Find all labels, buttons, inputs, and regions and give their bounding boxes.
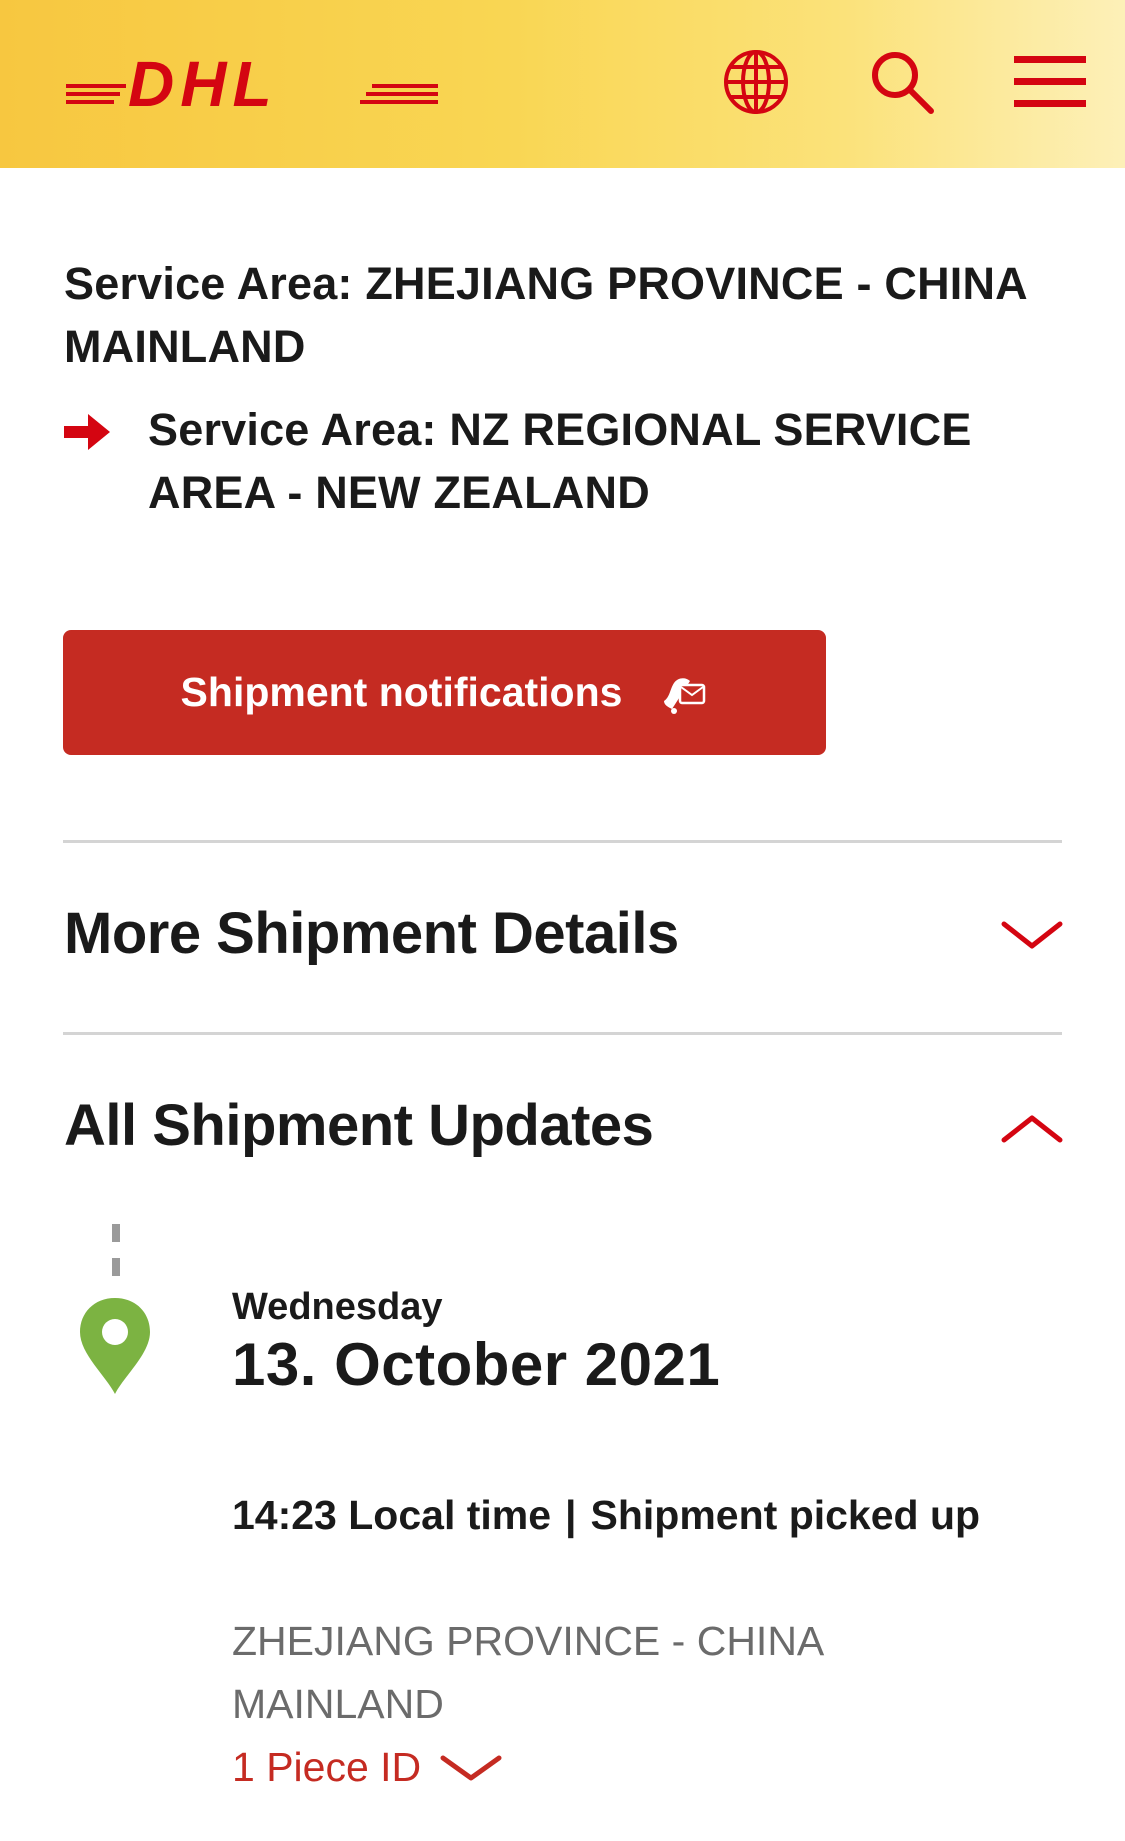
event-location: ZHEJIANG PROVINCE - CHINA MAINLAND — [232, 1618, 823, 1727]
dhl-logo[interactable]: DHL — [66, 52, 438, 114]
menu-icon[interactable] — [1010, 42, 1090, 122]
destination-service-area: Service Area: NZ REGIONAL SERVICE AREA -… — [148, 404, 972, 518]
piece-id-toggle[interactable]: 1 Piece ID — [232, 1736, 503, 1799]
all-shipment-updates-toggle[interactable]: All Shipment Updates — [64, 1092, 654, 1159]
globe-icon[interactable] — [716, 42, 796, 122]
update-date: 13. October 2021 — [232, 1331, 721, 1398]
event-separator: | — [565, 1492, 577, 1538]
top-header: DHL — [0, 0, 1125, 168]
shipment-notifications-button[interactable]: Shipment notifications — [63, 630, 826, 755]
origin-service-area: Service Area: ZHEJIANG PROVINCE - CHINA … — [64, 258, 1027, 372]
search-icon[interactable] — [862, 42, 942, 122]
location-pin-icon — [80, 1298, 150, 1394]
divider — [63, 840, 1062, 843]
event-summary: 14:23 Local time | Shipment picked up — [232, 1484, 1032, 1547]
shipment-notifications-label: Shipment notifications — [180, 669, 623, 715]
more-shipment-details-toggle[interactable]: More Shipment Details — [64, 900, 679, 967]
arrow-right-icon — [64, 414, 110, 450]
logo-lettering: DHL — [128, 52, 278, 114]
chevron-down-icon[interactable] — [1000, 918, 1064, 952]
update-weekday: Wednesday — [232, 1286, 443, 1328]
chevron-up-icon[interactable] — [1000, 1112, 1064, 1146]
timeline-dash — [112, 1258, 120, 1276]
event-status: Shipment picked up — [590, 1492, 981, 1538]
piece-id-label: 1 Piece ID — [232, 1744, 422, 1790]
event-time: 14:23 Local time — [232, 1492, 552, 1538]
bell-mail-icon — [664, 677, 706, 714]
timeline-dash — [112, 1224, 120, 1242]
chevron-down-icon — [440, 1755, 502, 1780]
divider — [63, 1032, 1062, 1035]
